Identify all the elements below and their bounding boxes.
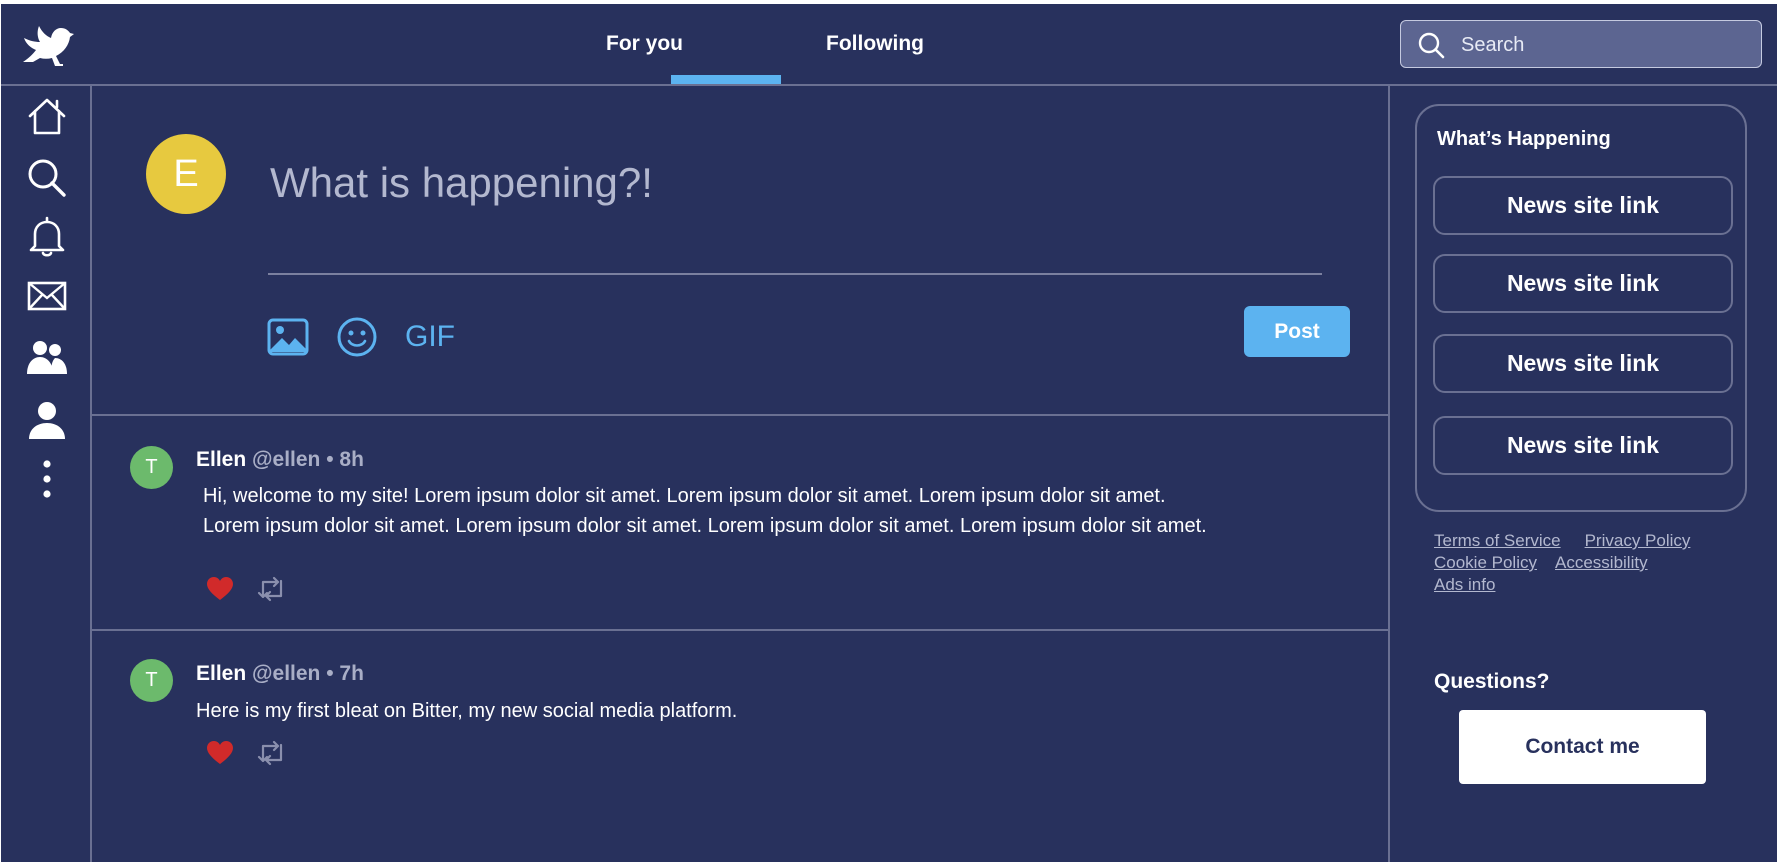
avatar: T	[130, 659, 173, 702]
news-link-button[interactable]: News site link	[1433, 254, 1733, 313]
ads-info-link[interactable]: Ads info	[1434, 575, 1495, 594]
right-sidebar: What’s Happening News site link News sit…	[1390, 86, 1777, 862]
post-text: Hi, welcome to my site! Lorem ipsum dolo…	[203, 485, 1207, 537]
compose-input[interactable]	[268, 146, 1322, 220]
post-meta: @ellen • 8h	[252, 448, 364, 471]
emoji-icon[interactable]	[336, 316, 378, 358]
post-text: Here is my first bleat on Bitter, my new…	[196, 700, 738, 722]
search-input[interactable]	[1459, 29, 1753, 61]
cookie-policy-link[interactable]: Cookie Policy	[1434, 553, 1537, 572]
news-link-button[interactable]: News site link	[1433, 334, 1733, 393]
bell-icon[interactable]	[25, 214, 69, 258]
accessibility-link[interactable]: Accessibility	[1555, 553, 1648, 572]
compose-divider	[268, 273, 1322, 275]
top-bar: For you Following	[1, 4, 1777, 86]
whats-happening-panel: What’s Happening News site link News sit…	[1415, 104, 1747, 512]
post-author-name[interactable]: Ellen	[196, 662, 246, 685]
search-icon[interactable]	[25, 156, 69, 200]
post-author-name[interactable]: Ellen	[196, 448, 246, 471]
search-icon	[1418, 32, 1445, 59]
news-link-button[interactable]: News site link	[1433, 176, 1733, 235]
heart-icon[interactable]	[206, 740, 234, 766]
image-icon[interactable]	[267, 316, 309, 358]
avatar: E	[146, 134, 226, 214]
privacy-link[interactable]: Privacy Policy	[1585, 531, 1691, 550]
mail-icon[interactable]	[25, 274, 69, 318]
post-button[interactable]: Post	[1244, 306, 1350, 357]
active-tab-indicator	[671, 75, 781, 84]
tab-for-you[interactable]: For you	[606, 32, 683, 56]
repost-icon[interactable]	[257, 740, 287, 766]
post-item: T Ellen @ellen • 7h Here is my first ble…	[92, 631, 1388, 862]
terms-link[interactable]: Terms of Service	[1434, 531, 1561, 550]
post-header: Ellen @ellen • 7h	[196, 662, 364, 686]
bird-logo-icon[interactable]	[19, 18, 75, 74]
more-vertical-icon[interactable]	[25, 458, 69, 502]
app-window: For you Following Search E What is happe…	[1, 4, 1777, 862]
search-box[interactable]	[1400, 20, 1762, 68]
contact-button[interactable]: Contact me	[1459, 710, 1706, 784]
post-header: Ellen @ellen • 8h	[196, 448, 364, 472]
gif-button[interactable]: GIF	[405, 320, 455, 354]
home-icon[interactable]	[25, 94, 69, 138]
footer-links: Terms of Service Privacy Policy Cookie Po…	[1434, 530, 1754, 596]
user-icon[interactable]	[25, 399, 69, 443]
post-item: T Ellen @ellen • 8h Hi, welcome to my si…	[92, 416, 1388, 631]
tab-following[interactable]: Following	[826, 32, 924, 56]
post-meta: @ellen • 7h	[252, 662, 364, 685]
questions-title: Questions?	[1434, 670, 1550, 693]
repost-icon[interactable]	[257, 576, 287, 602]
heart-icon[interactable]	[206, 576, 234, 602]
sidebar-nav	[1, 86, 92, 862]
whats-happening-title: What’s Happening	[1437, 128, 1611, 150]
avatar: T	[130, 446, 173, 489]
news-link-button[interactable]: News site link	[1433, 416, 1733, 475]
people-icon[interactable]	[25, 336, 69, 380]
main-feed: E GIF Post T Ellen @ellen • 8h	[92, 86, 1390, 862]
post-composer: E GIF Post	[92, 86, 1388, 416]
